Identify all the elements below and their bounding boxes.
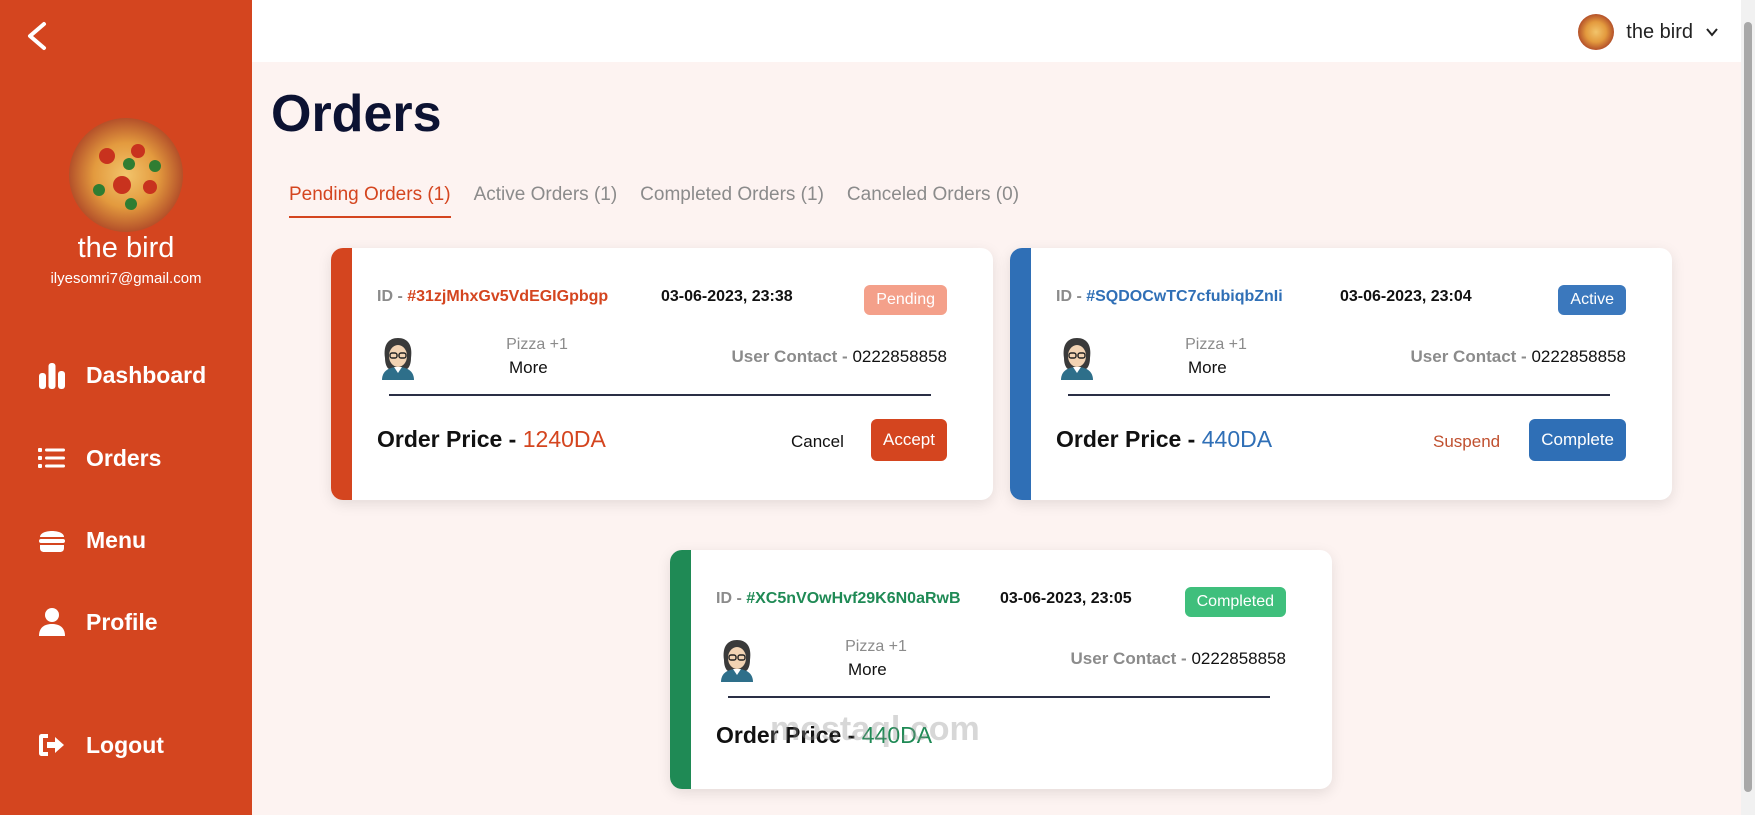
chevron-down-icon [1706,28,1718,37]
order-card-completed: ID - #XC5nVOwHvf29K6N0aRwB 03-06-2023, 2… [670,550,1332,789]
status-stripe [331,248,352,500]
sidebar-item-label: Profile [86,608,158,635]
tab-canceled-orders[interactable]: Canceled Orders (0) [847,184,1019,218]
sidebar-item-label: Orders [86,444,162,471]
logout-button[interactable]: Logout [36,725,164,765]
status-badge: Completed [1184,587,1286,617]
logout-label: Logout [86,731,164,758]
sidebar-item-menu[interactable]: Menu [36,520,146,560]
tab-completed-orders[interactable]: Completed Orders (1) [640,184,824,218]
tab-pending-orders[interactable]: Pending Orders (1) [289,184,451,218]
top-bar: the bird [252,0,1741,62]
more-link[interactable]: More [848,660,887,680]
user-contact: User Contact - 0222858858 [731,347,947,366]
more-link[interactable]: More [509,358,548,378]
cancel-button[interactable]: Cancel [791,432,844,452]
order-tabs: Pending Orders (1) Active Orders (1) Com… [289,184,1019,218]
customer-avatar-icon [382,338,414,380]
order-price: Order Price - 1240DA [377,426,606,452]
order-items-summary: Pizza +1 [1185,336,1247,353]
sidebar-item-label: Dashboard [86,361,207,388]
user-icon [39,608,65,636]
divider [1068,394,1610,396]
order-items-summary: Pizza +1 [506,336,568,353]
order-items-summary: Pizza +1 [845,638,907,655]
watermark: mostaql.com [770,710,980,748]
sidebar-item-label: Menu [86,526,147,553]
page-title: Orders [271,85,442,143]
order-date: 03-06-2023, 23:04 [1340,288,1472,305]
back-arrow-icon[interactable] [22,20,54,52]
user-contact: User Contact - 0222858858 [1410,347,1626,366]
sidebar-item-orders[interactable]: Orders [36,438,161,478]
status-stripe [670,550,691,789]
order-price: Order Price - 440DA [1056,426,1273,452]
sidebar-user-name: the bird [77,232,175,264]
order-id: ID - #SQDOCwTC7cfubiqbZnIi [1056,288,1283,305]
burger-icon [39,531,65,552]
sidebar-item-profile[interactable]: Profile [36,602,158,642]
status-badge: Pending [864,285,947,315]
accept-button[interactable]: Accept [871,419,947,461]
divider [728,696,1270,698]
order-card-active: ID - #SQDOCwTC7cfubiqbZnIi 03-06-2023, 2… [1010,248,1672,500]
user-menu-name: the bird [1626,20,1693,43]
order-date: 03-06-2023, 23:38 [661,288,793,305]
avatar [1578,14,1615,50]
logout-icon [39,734,64,756]
status-badge: Active [1558,285,1626,315]
restaurant-avatar [69,118,183,232]
more-link[interactable]: More [1188,358,1227,378]
customer-avatar-icon [721,640,753,682]
order-date: 03-06-2023, 23:05 [1000,590,1132,607]
tab-active-orders[interactable]: Active Orders (1) [474,184,618,218]
sidebar-item-dashboard[interactable]: Dashboard [36,355,206,395]
order-id: ID - #31zjMhxGv5VdEGIGpbgp [377,288,609,305]
order-id: ID - #XC5nVOwHvf29K6N0aRwB [716,590,961,607]
user-contact: User Contact - 0222858858 [1070,649,1286,668]
order-card-pending: ID - #31zjMhxGv5VdEGIGpbgp 03-06-2023, 2… [331,248,993,500]
customer-avatar-icon [1061,338,1093,380]
complete-button[interactable]: Complete [1529,419,1626,461]
list-icon [38,448,65,468]
chart-bar-icon [39,363,65,389]
user-menu[interactable]: the bird [1578,14,1719,50]
status-stripe [1010,248,1031,500]
sidebar: the bird ilyesomri7@gmail.com Dashboard … [0,0,252,815]
suspend-button[interactable]: Suspend [1433,432,1500,452]
sidebar-user-email: ilyesomri7@gmail.com [50,270,202,287]
page-scrollbar[interactable] [1741,0,1755,815]
divider [389,394,931,396]
